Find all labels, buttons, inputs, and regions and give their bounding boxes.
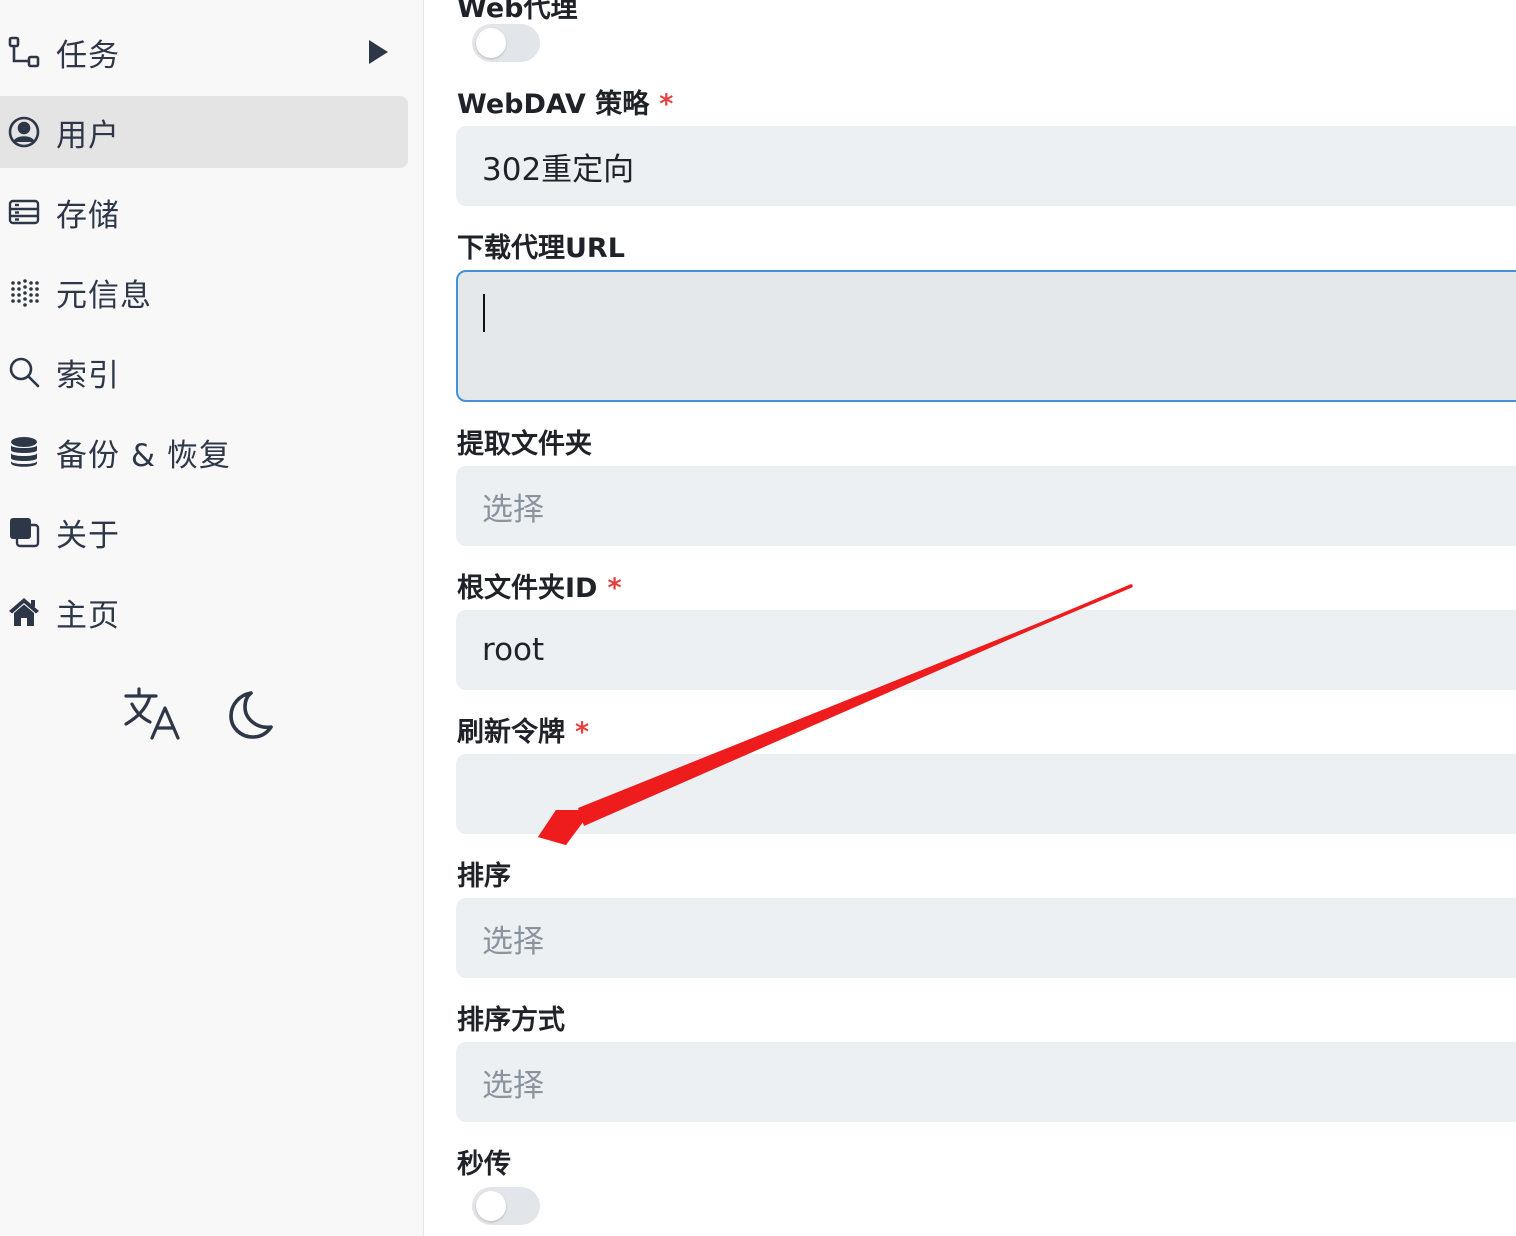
root-folder-id-label: 根文件夹ID * <box>457 566 622 605</box>
refresh-token-label-text: 刷新令牌 <box>457 717 565 748</box>
required-marker: * <box>659 89 674 120</box>
web-proxy-toggle[interactable] <box>472 24 540 62</box>
user-circle-icon <box>6 114 42 150</box>
caret-right-icon[interactable] <box>364 38 392 66</box>
flow-icon <box>6 34 42 70</box>
search-icon <box>6 354 42 390</box>
sidebar-item-label: 用户 <box>56 117 120 154</box>
order-direction-select[interactable]: 选择 <box>456 1042 1516 1122</box>
sidebar-item-label: 任务 <box>56 37 120 74</box>
refresh-token-label: 刷新令牌 * <box>457 710 589 749</box>
extract-folder-select[interactable]: 选择 <box>456 466 1516 546</box>
sidebar-item-storage[interactable]: 存储 <box>0 176 408 248</box>
settings-form: Web代理 WebDAV 策略 * 302重定向 下载代理URL 提取文件夹 选择… <box>425 0 1516 1236</box>
sidebar-item-label: 主页 <box>56 597 120 634</box>
order-direction-placeholder: 选择 <box>482 1067 544 1104</box>
text-cursor <box>483 294 485 332</box>
sidebar-item-label: 关于 <box>56 517 120 554</box>
webdav-policy-label-text: WebDAV 策略 <box>457 89 650 120</box>
extract-folder-placeholder: 选择 <box>482 491 544 528</box>
toggle-knob <box>476 1191 506 1221</box>
webdav-policy-value: 302重定向 <box>482 151 635 188</box>
required-marker: * <box>607 573 622 604</box>
rapid-upload-toggle[interactable] <box>472 1187 540 1225</box>
webdav-policy-label: WebDAV 策略 * <box>457 82 673 121</box>
sidebar-item-label: 元信息 <box>56 277 152 314</box>
download-proxy-url-textarea[interactable] <box>456 270 1516 402</box>
storage-icon <box>6 194 42 230</box>
translate-icon[interactable] <box>122 684 182 744</box>
moon-icon[interactable] <box>218 684 278 744</box>
home-icon <box>6 594 42 630</box>
sidebar-item-label: 存储 <box>56 197 120 234</box>
order-direction-label: 排序方式 <box>457 1005 565 1036</box>
order-by-label: 排序 <box>457 861 511 892</box>
sidebar-item-users[interactable]: 用户 <box>0 96 408 168</box>
root-folder-id-value: root <box>482 632 545 668</box>
sidebar-item-tasks[interactable]: 任务 <box>0 16 408 88</box>
sidebar-item-about[interactable]: 关于 <box>0 496 408 568</box>
sidebar: 任务 用户 存储 元信息 索引 备份 & 恢复 关于 主页 <box>0 0 424 1236</box>
sidebar-item-backup-restore[interactable]: 备份 & 恢复 <box>0 416 408 488</box>
extract-folder-label: 提取文件夹 <box>457 429 592 460</box>
order-by-select[interactable]: 选择 <box>456 898 1516 978</box>
root-folder-id-input[interactable]: root <box>456 610 1516 690</box>
sidebar-item-label: 备份 & 恢复 <box>56 437 231 474</box>
web-proxy-label: Web代理 <box>457 0 578 24</box>
root-folder-id-label-text: 根文件夹ID <box>457 573 598 604</box>
database-icon <box>6 434 42 470</box>
sidebar-item-metadata[interactable]: 元信息 <box>0 256 408 328</box>
order-by-placeholder: 选择 <box>482 923 544 960</box>
download-proxy-url-label: 下载代理URL <box>457 233 625 264</box>
sidebar-item-home[interactable]: 主页 <box>0 576 408 648</box>
sidebar-item-index[interactable]: 索引 <box>0 336 408 408</box>
metadata-icon <box>6 274 42 310</box>
toggle-knob <box>476 28 506 58</box>
webdav-policy-select[interactable]: 302重定向 <box>456 126 1516 206</box>
rapid-upload-label: 秒传 <box>457 1149 511 1180</box>
about-icon <box>6 514 42 550</box>
sidebar-item-label: 索引 <box>56 357 120 394</box>
required-marker: * <box>575 717 590 748</box>
refresh-token-input[interactable] <box>456 754 1516 834</box>
